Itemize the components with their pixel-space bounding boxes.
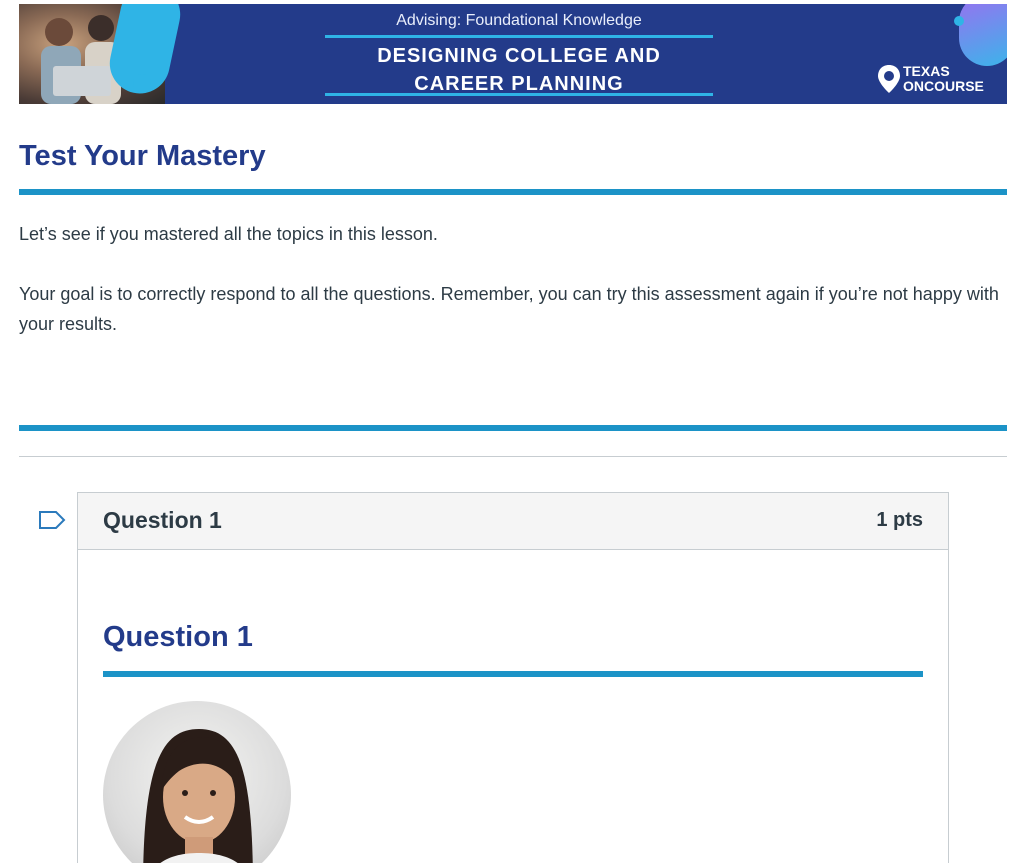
decorative-blob-right [959,4,1007,66]
question-header: Question 1 1 pts [78,493,948,550]
woman-portrait-avatar [103,701,291,863]
section-divider-line [19,456,1007,457]
question-heading: Question 1 [103,621,253,653]
banner-subtitle: Advising: Foundational Knowledge [396,12,642,29]
heading-underline [19,189,1007,195]
intro-text: Let’s see if you mastered all the topics… [19,224,438,244]
banner-title: DESIGNING COLLEGE AND CAREER PLANNING [325,42,713,98]
banner-rule-bottom [325,93,713,96]
course-banner: Advising: Foundational Knowledge DESIGNI… [19,4,1007,104]
decorative-dot-right [954,16,964,26]
banner-title-line1: DESIGNING COLLEGE AND [377,45,661,67]
section-divider-bar [19,425,1007,431]
page-title: Test Your Mastery [19,140,266,172]
goal-text: Your goal is to correctly respond to all… [19,284,999,334]
banner-rule-top [325,35,713,38]
bookmark-flag-icon[interactable] [38,510,66,535]
decorative-dot [133,74,151,92]
brand-line2: ONCOURSE [903,78,984,94]
question-title: Question 1 [103,507,222,533]
question-points: 1 pts [876,509,923,531]
map-pin-icon [878,65,900,93]
question-card: Question 1 1 pts Question 1 [77,492,949,863]
question-heading-underline [103,671,923,677]
brand-line1: TEXAS [903,63,950,79]
texas-oncourse-logo: TEXAS ONCOURSE [877,64,984,94]
